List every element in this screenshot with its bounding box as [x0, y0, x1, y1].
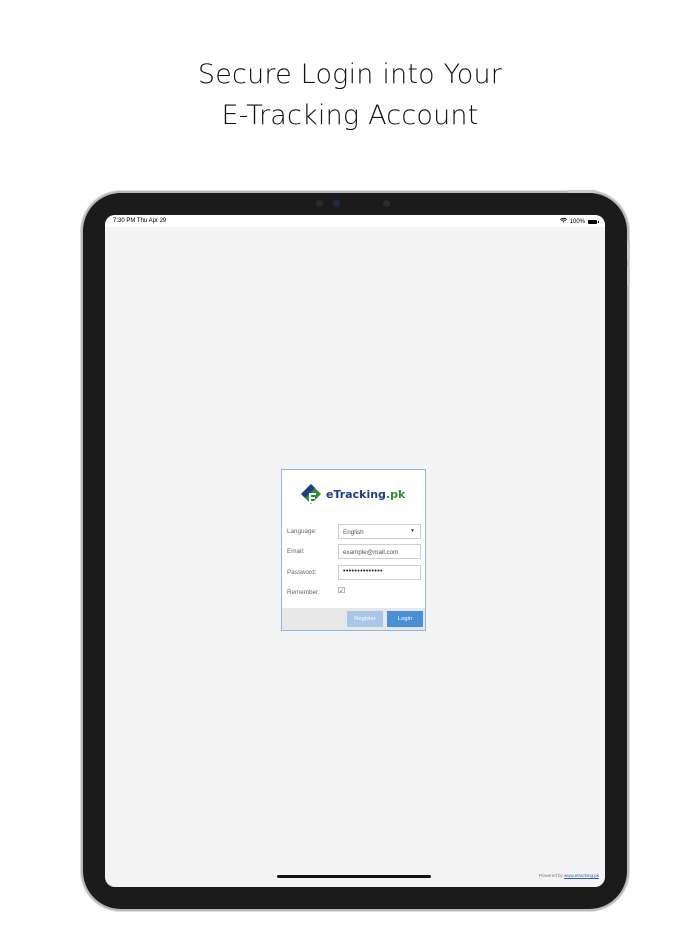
marketing-headline: Secure Login into Your E-Tracking Accoun…	[0, 54, 700, 136]
brand-suffix: .pk	[385, 487, 406, 501]
password-value: ••••••••••••••	[343, 568, 383, 575]
volume-down-button	[627, 266, 630, 286]
top-button	[567, 190, 597, 193]
email-label: Email:	[287, 548, 305, 555]
email-placeholder: example@mail.com	[343, 549, 399, 556]
status-right: 100%	[559, 217, 599, 225]
battery-percent: 100%	[569, 218, 585, 225]
remember-row: Remember: ☑	[287, 585, 421, 601]
wifi-icon	[559, 217, 567, 225]
headline-line-1: Secure Login into Your	[197, 59, 503, 90]
headline-line-2: E-Tracking Account	[221, 100, 479, 131]
powered-link[interactable]: www.etracking.pk	[564, 873, 599, 878]
language-row: Language: English ▼	[287, 524, 421, 540]
camera-icon	[333, 200, 340, 207]
email-field[interactable]: example@mail.com	[338, 544, 421, 559]
brand-main: eTracking	[326, 487, 386, 501]
powered-by: Powered by www.etracking.pk	[539, 873, 599, 878]
language-value: English	[343, 529, 364, 536]
chevron-down-icon: ▼	[410, 528, 415, 534]
password-field[interactable]: ••••••••••••••	[338, 565, 421, 580]
sensor-icon	[383, 200, 390, 207]
remember-label: Remember:	[287, 589, 320, 596]
battery-icon	[588, 219, 599, 224]
home-indicator	[277, 875, 431, 878]
brand-logo: eTracking.pk	[299, 482, 405, 506]
status-bar: 7:30 PM Thu Apr 29 100%	[105, 215, 605, 227]
email-row: Email: example@mail.com	[287, 544, 421, 560]
login-card: eTracking.pk Language: English ▼ Email: …	[281, 469, 426, 631]
brand-name: eTracking.pk	[326, 488, 405, 501]
remember-checkbox[interactable]: ☑	[338, 587, 346, 595]
password-label: Password:	[287, 569, 317, 576]
sensor-icon	[316, 200, 323, 207]
ipad-frame: 7:30 PM Thu Apr 29 100% eTracking.pk Lan…	[83, 190, 630, 909]
app-screen: 7:30 PM Thu Apr 29 100% eTracking.pk Lan…	[105, 215, 605, 887]
login-button[interactable]: Login	[387, 611, 423, 627]
powered-prefix: Powered by	[538, 873, 563, 878]
status-time: 7:30 PM Thu Apr 29	[113, 218, 167, 224]
register-button[interactable]: Register	[347, 611, 383, 627]
card-footer: Register Login	[282, 608, 425, 630]
password-row: Password: ••••••••••••••	[287, 565, 421, 581]
language-label: Language:	[287, 528, 317, 535]
volume-up-button	[627, 241, 630, 261]
language-select[interactable]: English ▼	[338, 524, 421, 539]
etracking-logo-icon	[301, 484, 321, 504]
